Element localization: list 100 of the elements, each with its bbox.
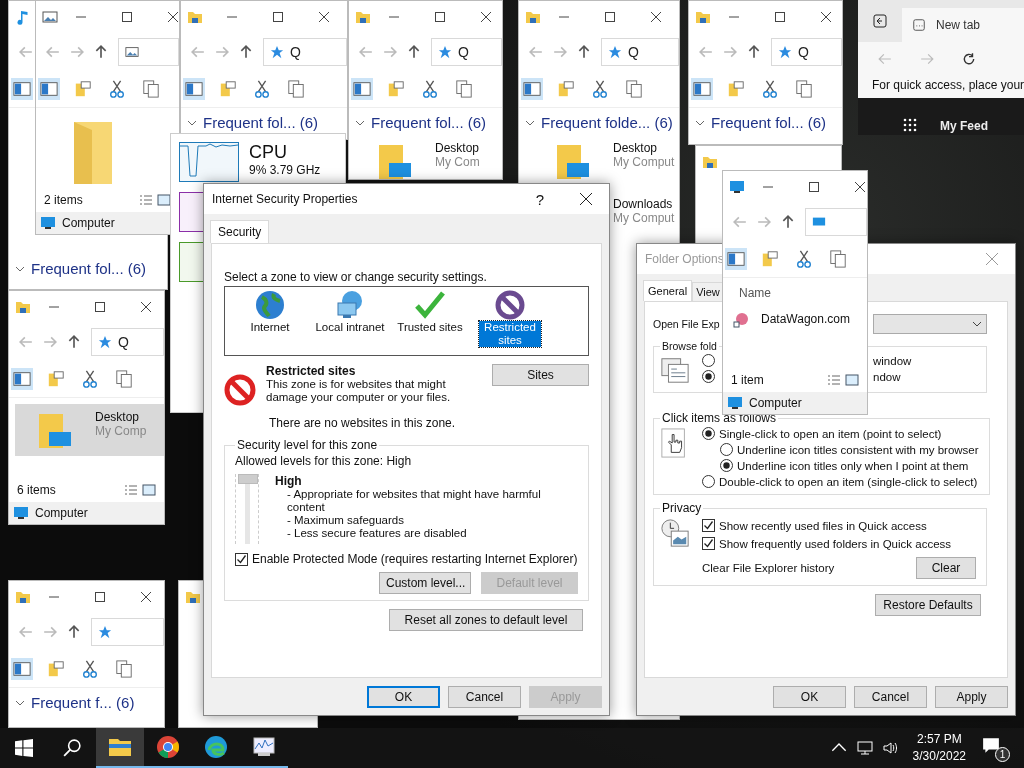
dialog-button[interactable]: OK: [367, 686, 440, 708]
up-arrow-icon[interactable]: [239, 45, 253, 59]
pane-icon[interactable]: [351, 78, 373, 100]
pane-icon[interactable]: [725, 248, 747, 270]
maximize-icon[interactable]: [435, 12, 445, 22]
windows-start-icon[interactable]: [15, 739, 33, 757]
pane-icon[interactable]: [11, 658, 33, 680]
close-icon[interactable]: [319, 12, 329, 22]
file-item[interactable]: Desktop My Comput: [525, 135, 679, 187]
large-icons-view-icon[interactable]: [845, 374, 859, 386]
up-arrow-icon[interactable]: [67, 625, 81, 639]
close-icon[interactable]: [141, 592, 151, 602]
copy-icon[interactable]: [285, 78, 307, 100]
radio-button[interactable]: [702, 475, 715, 488]
zone-label[interactable]: Trusted sites: [396, 321, 464, 334]
copy-icon[interactable]: [140, 78, 162, 100]
up-arrow-icon[interactable]: [781, 215, 795, 229]
address-bar[interactable]: Q: [91, 328, 164, 356]
checkbox[interactable]: [702, 537, 715, 550]
clock-time[interactable]: 2:57 PM: [916, 731, 962, 748]
tab[interactable]: View: [692, 282, 724, 301]
zone-label[interactable]: Restricted sites: [479, 321, 541, 347]
up-arrow-icon[interactable]: [67, 335, 81, 349]
file-item[interactable]: Desktop My Com: [355, 135, 502, 179]
pane-icon[interactable]: [38, 78, 60, 100]
close-icon[interactable]: [855, 182, 865, 192]
address-bar[interactable]: [118, 38, 179, 66]
dialog-button[interactable]: Cancel: [854, 686, 927, 708]
copy-icon[interactable]: [113, 658, 135, 680]
maximize-icon[interactable]: [809, 182, 819, 192]
up-arrow-icon[interactable]: [94, 45, 108, 59]
security-level-slider[interactable]: [235, 474, 259, 544]
address-bar[interactable]: Q: [431, 38, 502, 66]
checkbox[interactable]: [702, 519, 715, 532]
up-arrow-icon[interactable]: [577, 45, 591, 59]
checkbox[interactable]: [235, 552, 248, 566]
copy-icon[interactable]: [827, 248, 849, 270]
reset-zones-button[interactable]: Reset all zones to default level: [389, 609, 583, 631]
help-button[interactable]: ?: [517, 184, 563, 214]
radio-button[interactable]: [702, 370, 715, 383]
maximize-icon[interactable]: [775, 12, 785, 22]
address-bar[interactable]: [805, 208, 867, 236]
up-arrow-icon[interactable]: [407, 45, 421, 59]
large-icons-view-icon[interactable]: [142, 484, 156, 496]
custom-level-button[interactable]: Custom level...: [379, 572, 471, 594]
search-icon[interactable]: [63, 739, 81, 757]
clear-button[interactable]: Clear: [916, 557, 976, 579]
radio-button[interactable]: [702, 427, 715, 440]
tab[interactable]: General: [643, 280, 693, 301]
large-icons-view-icon[interactable]: [157, 194, 171, 206]
taskbar-app[interactable]: [96, 728, 144, 768]
copy-icon[interactable]: [113, 368, 135, 390]
browser-tab[interactable]: New tab: [902, 8, 1024, 42]
restore-defaults-button[interactable]: Restore Defaults: [875, 594, 981, 616]
refresh-icon[interactable]: [962, 52, 976, 66]
dialog-button[interactable]: OK: [773, 686, 846, 708]
up-arrow-icon[interactable]: [747, 45, 761, 59]
dialog-button[interactable]: Cancel: [448, 686, 521, 708]
maximize-icon[interactable]: [605, 12, 615, 22]
file-item[interactable]: Desktop My Comp: [15, 404, 164, 456]
close-icon[interactable]: [651, 12, 661, 22]
radio-button[interactable]: [702, 354, 715, 367]
column-header[interactable]: Name: [729, 284, 781, 302]
copy-icon[interactable]: [793, 78, 815, 100]
pane-icon[interactable]: [183, 78, 205, 100]
maximize-icon[interactable]: [122, 12, 132, 22]
zone-label[interactable]: Internet: [249, 321, 291, 334]
clock-date[interactable]: 3/30/2022: [912, 748, 966, 765]
maximize-icon[interactable]: [95, 302, 105, 312]
maximize-icon[interactable]: [273, 12, 283, 22]
close-icon[interactable]: [580, 193, 592, 205]
dialog-button[interactable]: Apply: [935, 686, 1008, 708]
pane-icon[interactable]: [521, 78, 543, 100]
maximize-icon[interactable]: [95, 592, 105, 602]
file-item[interactable]: DataWagon.com: [729, 306, 867, 334]
pane-icon[interactable]: [11, 368, 33, 390]
tab-actions-icon[interactable]: [872, 13, 888, 29]
address-bar[interactable]: Q: [601, 38, 679, 66]
network-icon[interactable]: [856, 740, 873, 756]
close-icon[interactable]: [141, 302, 151, 312]
copy-icon[interactable]: [623, 78, 645, 100]
item-count: 6 items: [17, 483, 56, 497]
apps-grid-icon[interactable]: [902, 117, 918, 133]
zone-label[interactable]: Local intranet: [314, 321, 386, 334]
radio-button[interactable]: [720, 443, 733, 456]
close-icon[interactable]: [168, 12, 178, 22]
close-icon[interactable]: [821, 12, 831, 22]
sites-button[interactable]: Sites: [492, 364, 589, 386]
address-bar[interactable]: [91, 618, 164, 646]
feed-tab[interactable]: My Feed: [940, 119, 988, 133]
pane-icon[interactable]: [11, 78, 33, 100]
address-bar[interactable]: Q: [771, 38, 842, 66]
close-icon[interactable]: [481, 12, 491, 22]
pane-icon[interactable]: [691, 78, 713, 100]
notifications-icon[interactable]: [982, 737, 1000, 755]
speaker-icon[interactable]: [882, 740, 899, 756]
address-bar[interactable]: Q: [263, 38, 347, 66]
radio-button[interactable]: [720, 459, 733, 472]
copy-icon[interactable]: [453, 78, 475, 100]
tab[interactable]: Security: [210, 220, 270, 243]
